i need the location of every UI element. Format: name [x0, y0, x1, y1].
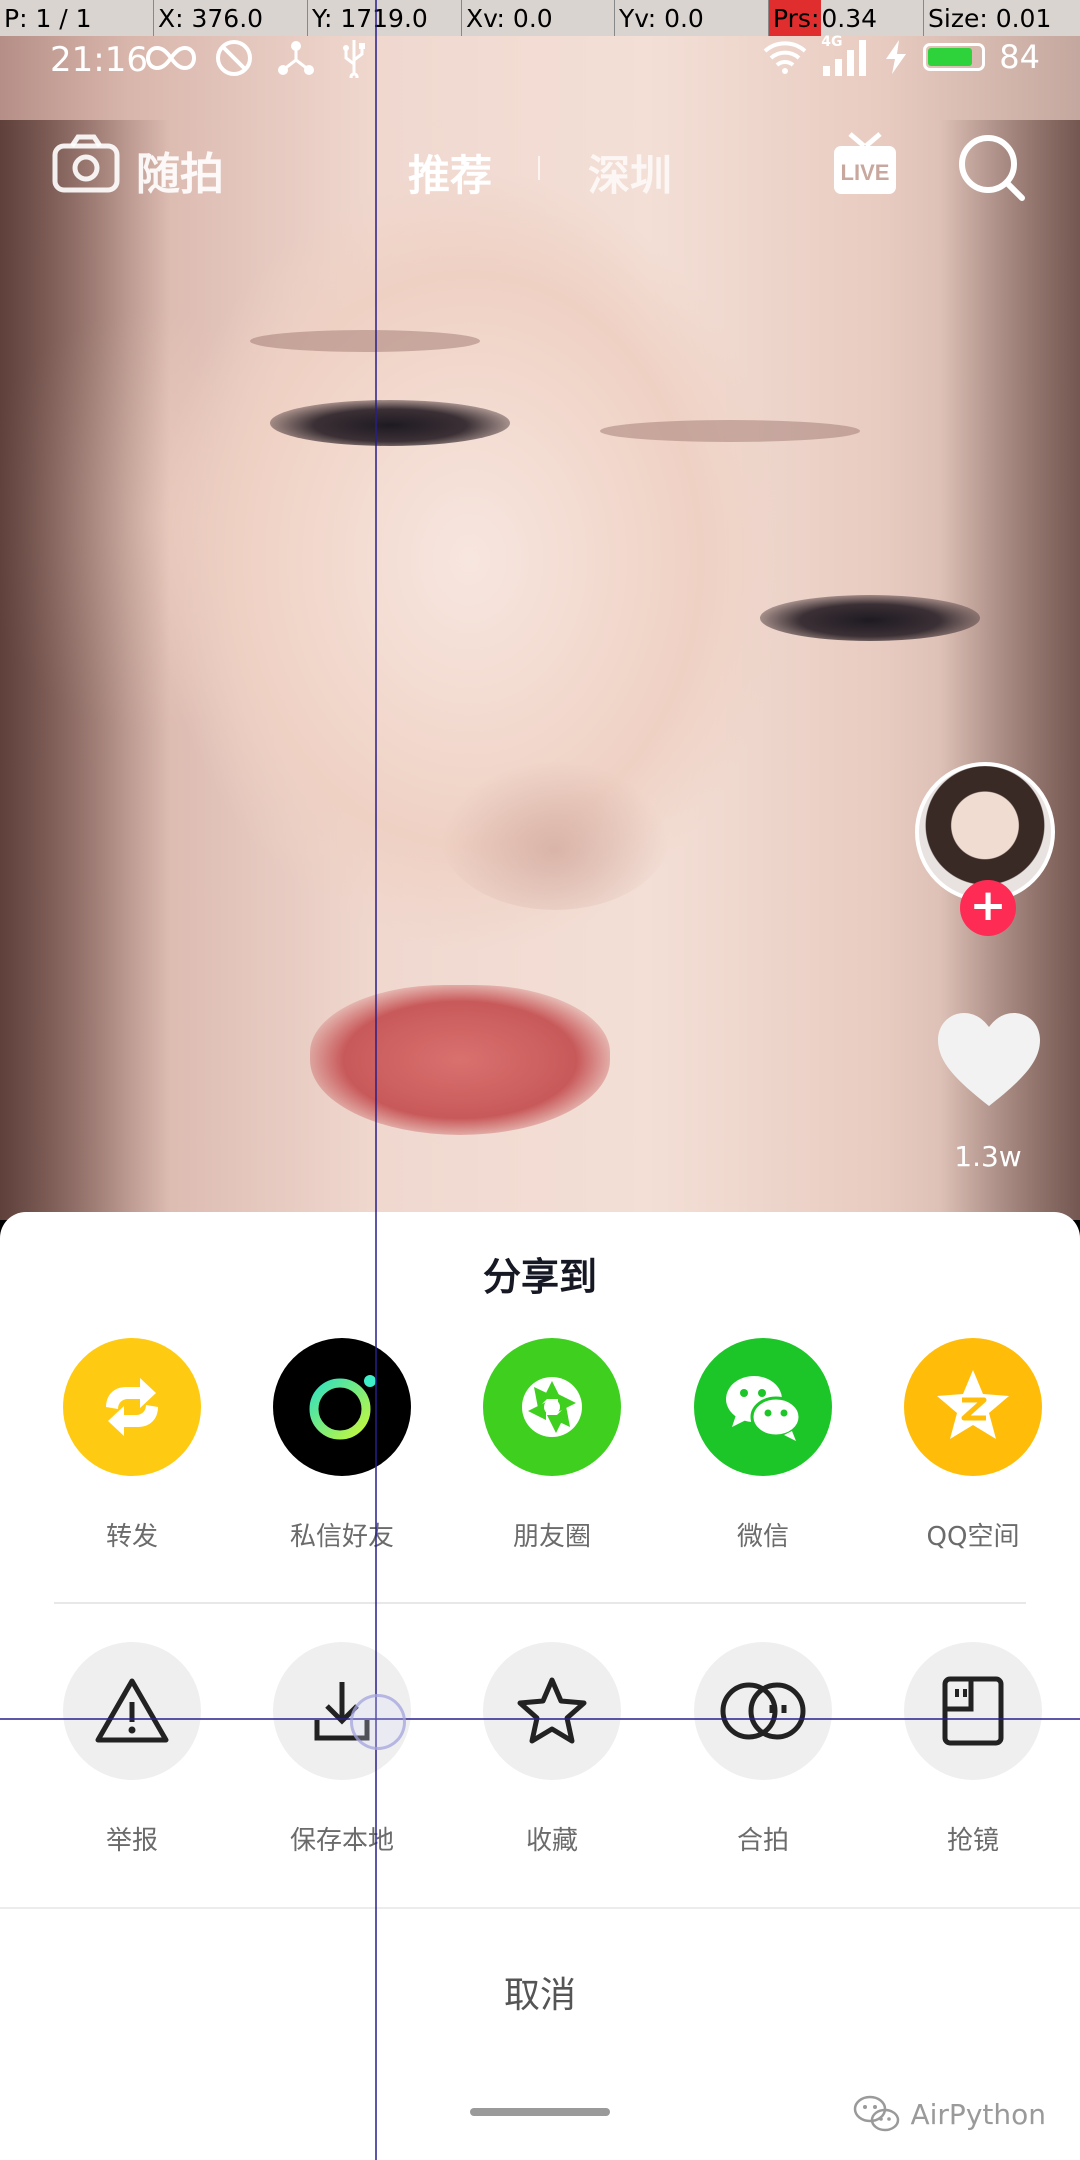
status-time: 21:16: [50, 40, 148, 80]
debug-crosshair-horizontal: [0, 1718, 1080, 1720]
debug-prs-value: 0.34: [821, 4, 878, 33]
share-targets-row: 转发 私信好友 朋友圈 微信 QQ空间: [0, 1338, 1080, 1578]
repost-icon[interactable]: [63, 1338, 201, 1476]
usb-icon: [343, 40, 365, 78]
share-repost[interactable]: 转发: [27, 1338, 237, 1578]
battery-icon: [923, 43, 986, 71]
heart-icon[interactable]: [934, 1010, 1044, 1110]
debug-xv: Xv: 0.0: [461, 0, 614, 36]
wechat-outline-icon: [854, 2095, 900, 2132]
tab-divider: [538, 156, 540, 180]
action-favorite[interactable]: 收藏: [447, 1642, 657, 1882]
debug-size: Size: 0.01: [923, 0, 1080, 36]
wechat-icon[interactable]: [694, 1338, 832, 1476]
share-nodes-icon: [278, 41, 314, 75]
action-report-label: 举报: [105, 1826, 158, 1856]
pointer-debug-bar: P: 1 / 1 X: 376.0 Y: 1719.0 Xv: 0.0 Yv: …: [0, 0, 1080, 36]
report-icon[interactable]: [63, 1642, 201, 1780]
video-lips: [310, 985, 610, 1135]
share-sheet: 分享到 转发 私信好友 朋友圈 微信 QQ空间 举报 保存本地 收藏 合拍 抢镜…: [0, 1212, 1080, 2160]
action-save-local[interactable]: 保存本地: [237, 1642, 447, 1882]
debug-pointer: P: 1 / 1: [4, 4, 92, 33]
top-nav: 随拍 推荐 深圳 LIVE: [0, 120, 1080, 220]
share-moments[interactable]: 朋友圈: [447, 1338, 657, 1578]
tab-recommend[interactable]: 推荐: [408, 142, 492, 203]
actions-row: 举报 保存本地 收藏 合拍 抢镜: [0, 1642, 1080, 1882]
debug-x: X: 376.0: [153, 0, 307, 36]
tab-city[interactable]: 深圳: [588, 142, 672, 203]
debug-prs-label: Prs:: [769, 0, 822, 36]
search-icon[interactable]: [956, 132, 1028, 204]
battery-level: 84: [999, 38, 1040, 76]
charging-icon: [886, 40, 907, 74]
debug-crosshair-vertical: [375, 0, 377, 2160]
share-message-friend-label: 私信好友: [289, 1522, 394, 1552]
qzone-icon[interactable]: [904, 1338, 1042, 1476]
blocked-icon: [216, 40, 252, 76]
like-count: 1.3w: [954, 1140, 1022, 1173]
live-tv-icon[interactable]: LIVE: [832, 130, 898, 198]
video-nose: [440, 760, 670, 910]
quick-shoot-label[interactable]: 随拍: [136, 138, 224, 202]
star-icon[interactable]: [483, 1642, 621, 1780]
share-wechat[interactable]: 微信: [658, 1338, 868, 1578]
moments-icon[interactable]: [483, 1338, 621, 1476]
action-report[interactable]: 举报: [27, 1642, 237, 1882]
cancel-divider: [0, 1907, 1080, 1909]
duet-icon[interactable]: [694, 1642, 832, 1780]
signal-group: 4G: [821, 34, 869, 76]
cancel-button[interactable]: 取消: [0, 1966, 1080, 2018]
share-repost-label: 转发: [105, 1522, 158, 1552]
share-moments-label: 朋友圈: [512, 1522, 591, 1552]
debug-y: Y: 1719.0: [307, 0, 461, 36]
battery-fill: [928, 48, 972, 66]
action-save-local-label: 保存本地: [289, 1826, 394, 1856]
share-qzone-label: QQ空间: [926, 1522, 1020, 1552]
wifi-icon: [763, 41, 807, 74]
action-favorite-label: 收藏: [525, 1826, 578, 1856]
watermark-text: AirPython: [910, 2097, 1046, 2131]
action-duet-label: 合拍: [736, 1826, 789, 1856]
video-hair-left: [0, 120, 170, 1220]
share-message-friend[interactable]: 私信好友: [237, 1338, 447, 1578]
section-divider: [54, 1602, 1026, 1604]
infinity-icon: [146, 45, 196, 71]
video-eye-right: [760, 595, 980, 641]
follow-button[interactable]: +: [960, 880, 1016, 936]
message-friend-icon[interactable]: [273, 1338, 411, 1476]
action-duet[interactable]: 合拍: [658, 1642, 868, 1882]
video-brow-right: [600, 420, 860, 442]
share-sheet-title: 分享到: [482, 1255, 597, 1299]
react-icon[interactable]: [904, 1642, 1042, 1780]
share-qzone[interactable]: QQ空间: [868, 1338, 1078, 1578]
watermark: AirPython: [852, 2094, 1046, 2134]
debug-prs: Prs: 0.34: [768, 0, 923, 36]
live-label: LIVE: [841, 160, 890, 185]
video-brow-left: [250, 330, 480, 352]
action-react[interactable]: 抢镜: [868, 1642, 1078, 1882]
touch-indicator: [350, 1694, 406, 1750]
network-type: 4G: [821, 34, 843, 50]
status-bar: 21:16 4G 84: [0, 34, 1080, 80]
action-react-label: 抢镜: [946, 1826, 999, 1856]
camera-icon[interactable]: [52, 134, 120, 194]
status-right-group: 4G 84: [763, 34, 1040, 76]
debug-yv: Yv: 0.0: [614, 0, 768, 36]
video-eye-left: [270, 400, 510, 446]
share-wechat-label: 微信: [736, 1522, 789, 1552]
home-indicator[interactable]: [470, 2108, 610, 2116]
